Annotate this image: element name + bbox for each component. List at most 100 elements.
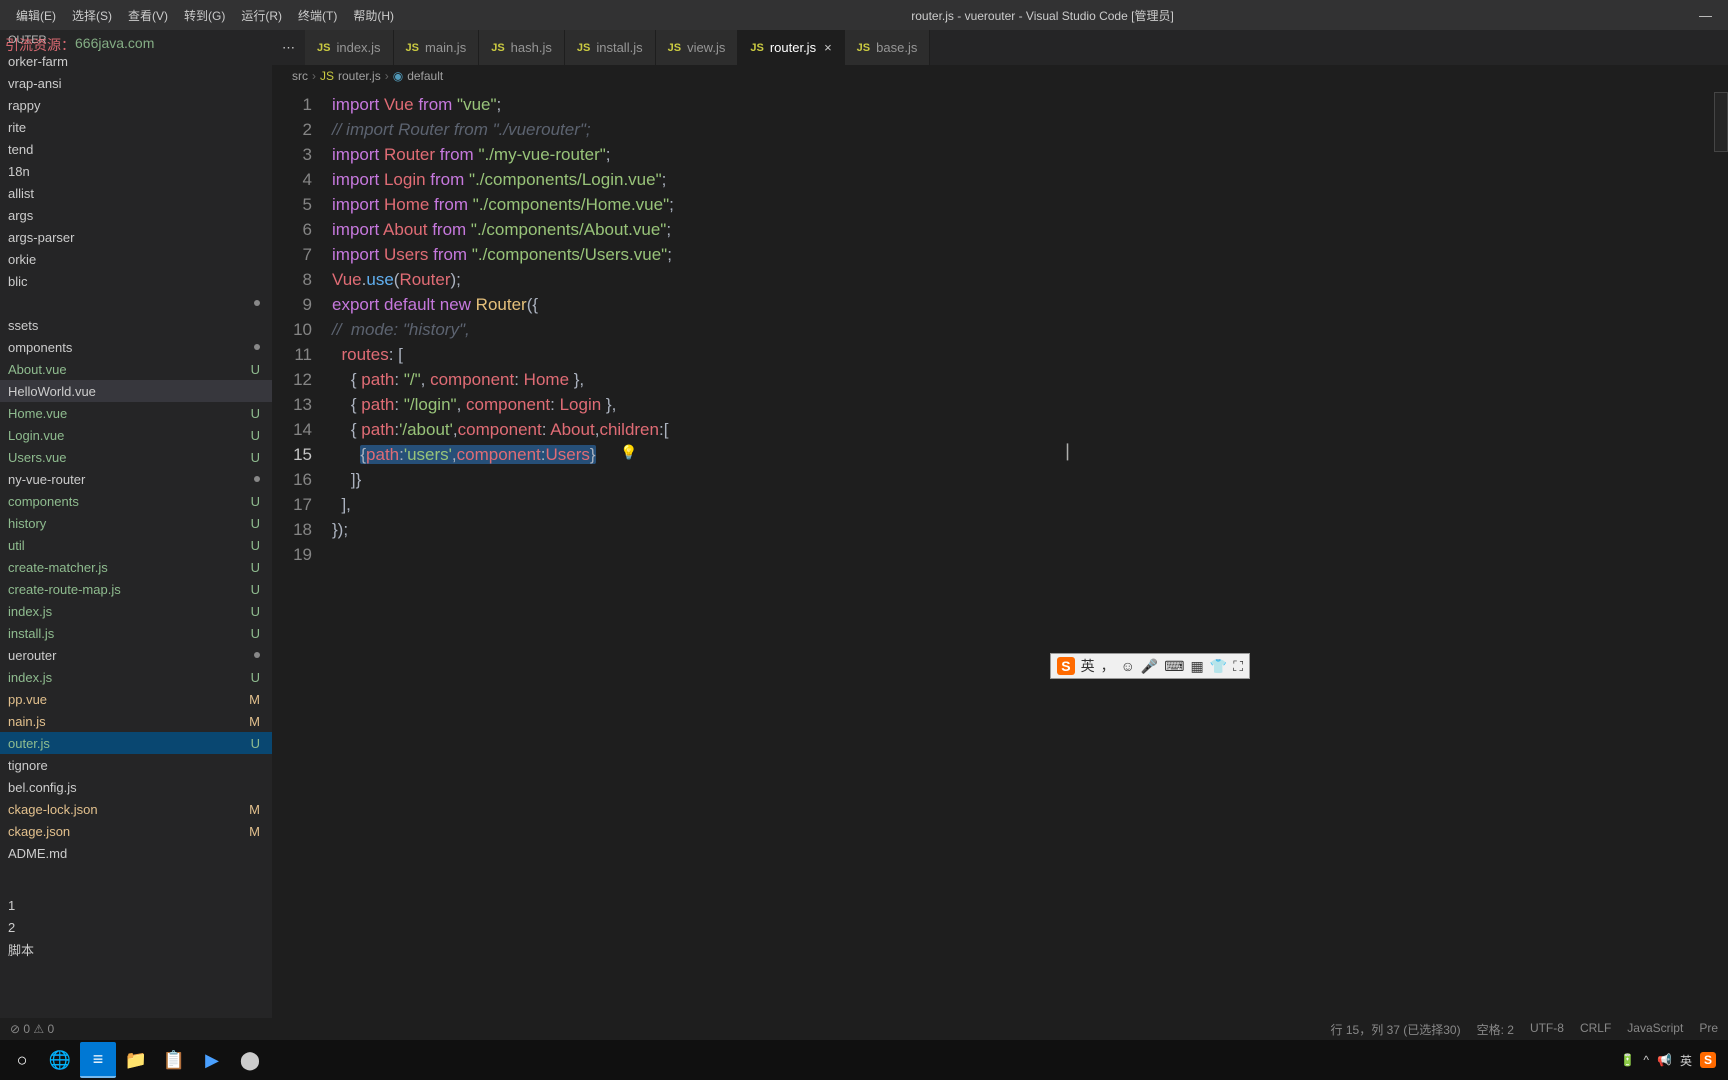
file-tree-item[interactable]: rite xyxy=(0,116,272,138)
encoding[interactable]: UTF-8 xyxy=(1530,1021,1564,1038)
watermark-label: 引流资源： xyxy=(5,35,75,55)
menu-view[interactable]: 查看(V) xyxy=(120,7,176,24)
windows-taskbar[interactable]: ○ 🌐 ≡ 📁 📋 ▶ ⬤ 🔋 ^ 📢 英 S xyxy=(0,1040,1728,1080)
outline-item[interactable]: 脚本 xyxy=(0,938,272,960)
sogou-tray-icon[interactable]: S xyxy=(1700,1052,1716,1068)
file-tree-item[interactable]: historyU xyxy=(0,512,272,534)
menu-edit[interactable]: 编辑(E) xyxy=(8,7,64,24)
file-tree-item[interactable]: About.vueU xyxy=(0,358,272,380)
eol[interactable]: CRLF xyxy=(1580,1021,1611,1038)
file-tree-item[interactable]: tend xyxy=(0,138,272,160)
menu-go[interactable]: 转到(G) xyxy=(176,7,233,24)
file-tree-item[interactable] xyxy=(0,292,272,314)
file-tree-item[interactable]: create-matcher.jsU xyxy=(0,556,272,578)
ime-tool2[interactable]: ⛶ xyxy=(1233,658,1243,675)
breadcrumb-file[interactable]: router.js xyxy=(338,69,381,83)
file-tree-item[interactable]: args-parser xyxy=(0,226,272,248)
editor-tab[interactable]: JSmain.js xyxy=(394,30,480,65)
ime-tool1[interactable]: 👕 xyxy=(1210,658,1227,675)
file-tree-item[interactable]: ssets xyxy=(0,314,272,336)
file-tree-item[interactable]: outer.jsU xyxy=(0,732,272,754)
file-tree-item[interactable]: HelloWorld.vue xyxy=(0,380,272,402)
ime-grid[interactable]: ▦ xyxy=(1191,658,1204,675)
minimap[interactable] xyxy=(1708,87,1728,1018)
editor-tab[interactable]: JSbase.js xyxy=(845,30,931,65)
breadcrumbs[interactable]: src › JS router.js › ◉ default xyxy=(272,65,1728,87)
menu-select[interactable]: 选择(S) xyxy=(64,7,120,24)
file-tree-item[interactable]: pp.vueM xyxy=(0,688,272,710)
close-icon[interactable]: × xyxy=(824,40,832,55)
chevron-right-icon: › xyxy=(385,69,389,83)
breadcrumb-symbol[interactable]: default xyxy=(407,69,443,83)
indent-type[interactable]: 空格: 2 xyxy=(1477,1021,1514,1038)
file-tree-item[interactable]: allist xyxy=(0,182,272,204)
outline-item[interactable]: 1 xyxy=(0,894,272,916)
obs-icon[interactable]: ⬤ xyxy=(232,1042,268,1078)
editor-tab[interactable]: JSinstall.js xyxy=(565,30,656,65)
file-tree-item[interactable]: ckage.jsonM xyxy=(0,820,272,842)
ime-mic[interactable]: 🎤 xyxy=(1141,658,1158,675)
cortana-icon[interactable]: ○ xyxy=(4,1042,40,1078)
menu-terminal[interactable]: 终端(T) xyxy=(290,7,345,24)
lightbulb-icon[interactable]: 💡 xyxy=(620,440,637,465)
tray-chevron[interactable]: ^ xyxy=(1643,1053,1649,1067)
file-tree-item[interactable]: orkie xyxy=(0,248,272,270)
editor-tab[interactable]: JShash.js xyxy=(479,30,565,65)
vscode-icon[interactable]: ≡ xyxy=(80,1042,116,1078)
ime-lang[interactable]: 英 xyxy=(1081,656,1095,676)
explorer-icon[interactable]: 📁 xyxy=(118,1042,154,1078)
file-tree-item[interactable]: rappy xyxy=(0,94,272,116)
language-mode[interactable]: JavaScript xyxy=(1627,1021,1683,1038)
file-tree-item[interactable]: componentsU xyxy=(0,490,272,512)
window-title: router.js - vuerouter - Visual Studio Co… xyxy=(402,7,1683,24)
text-cursor: ⎸ xyxy=(1067,440,1084,465)
code-editor[interactable]: 12345678910111213141516171819 import Vue… xyxy=(272,87,1728,1018)
problems-count[interactable]: ⊘ 0 ⚠ 0 xyxy=(10,1022,54,1036)
file-tree-item[interactable]: Home.vueU xyxy=(0,402,272,424)
battery-icon[interactable]: 🔋 xyxy=(1620,1053,1635,1067)
file-tree-item[interactable]: create-route-map.jsU xyxy=(0,578,272,600)
volume-icon[interactable]: 📢 xyxy=(1657,1053,1672,1067)
file-tree-item[interactable]: install.jsU xyxy=(0,622,272,644)
editor-tab[interactable]: JSindex.js xyxy=(305,30,394,65)
menu-run[interactable]: 运行(R) xyxy=(233,7,290,24)
file-tree-item[interactable]: 18n xyxy=(0,160,272,182)
file-tree-item[interactable]: ckage-lock.jsonM xyxy=(0,798,272,820)
breadcrumb-src[interactable]: src xyxy=(292,69,308,83)
editor-tab[interactable]: JSview.js xyxy=(656,30,739,65)
task-icon[interactable]: 📋 xyxy=(156,1042,192,1078)
statusbar: ⊘ 0 ⚠ 0 行 15，列 37 (已选择30) 空格: 2 UTF-8 CR… xyxy=(0,1018,1728,1040)
file-tree-item[interactable]: index.jsU xyxy=(0,666,272,688)
ime-toolbar[interactable]: S 英 ， ☺ 🎤 ⌨ ▦ 👕 ⛶ xyxy=(1050,653,1250,679)
prettier[interactable]: Pre xyxy=(1699,1021,1718,1038)
ime-tray[interactable]: 英 xyxy=(1680,1052,1692,1069)
file-tree-item[interactable]: nain.jsM xyxy=(0,710,272,732)
powershell-icon[interactable]: ▶ xyxy=(194,1042,230,1078)
file-tree-item[interactable]: bel.config.js xyxy=(0,776,272,798)
file-tree-item[interactable]: index.jsU xyxy=(0,600,272,622)
file-tree-item[interactable]: omponents xyxy=(0,336,272,358)
minimize-button[interactable]: — xyxy=(1683,0,1728,30)
chrome-icon[interactable]: 🌐 xyxy=(42,1042,78,1078)
tab-overflow-left[interactable]: ⋯ xyxy=(272,40,305,56)
file-tree-item[interactable]: vrap-ansi xyxy=(0,72,272,94)
ime-punct[interactable]: ， xyxy=(1101,656,1115,676)
ime-kbd[interactable]: ⌨ xyxy=(1164,658,1184,675)
editor-tab[interactable]: JSrouter.js× xyxy=(738,30,844,65)
file-tree-item[interactable]: blic xyxy=(0,270,272,292)
menu-help[interactable]: 帮助(H) xyxy=(345,7,402,24)
file-tree-item[interactable]: args xyxy=(0,204,272,226)
file-tree-item[interactable]: ADME.md xyxy=(0,842,272,864)
file-tree-item[interactable]: ny-vue-router xyxy=(0,468,272,490)
ime-emoji[interactable]: ☺ xyxy=(1121,658,1135,674)
file-tree-item[interactable]: uerouter xyxy=(0,644,272,666)
file-tree-item[interactable]: Users.vueU xyxy=(0,446,272,468)
explorer-sidebar[interactable]: OUTER orker-farmvrap-ansirappyritetend18… xyxy=(0,30,272,1018)
file-tree-item[interactable]: tignore xyxy=(0,754,272,776)
outline-item[interactable]: 2 xyxy=(0,916,272,938)
file-tree-item[interactable]: utilU xyxy=(0,534,272,556)
sogou-icon[interactable]: S xyxy=(1057,657,1074,675)
cursor-position[interactable]: 行 15，列 37 (已选择30) xyxy=(1331,1021,1461,1038)
system-tray[interactable]: 🔋 ^ 📢 英 S xyxy=(1620,1052,1724,1069)
file-tree-item[interactable]: Login.vueU xyxy=(0,424,272,446)
